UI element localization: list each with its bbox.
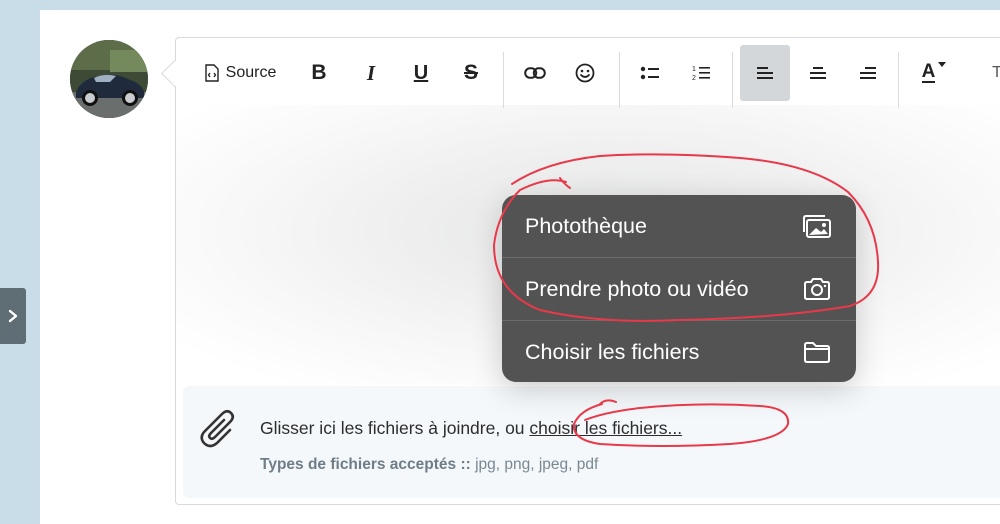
toolbar-divider [732, 52, 733, 108]
numbered-list-button[interactable]: 1 2 [686, 45, 716, 101]
bullet-list-icon [640, 66, 659, 80]
caret-down-icon [938, 62, 947, 67]
source-code-icon [204, 64, 219, 82]
align-right-icon [860, 67, 876, 79]
car-photo [70, 40, 148, 118]
bold-button[interactable]: B [304, 45, 334, 101]
chevron-right-icon [8, 309, 18, 323]
menu-item-label: Choisir les fichiers [525, 339, 700, 364]
link-icon [524, 67, 546, 79]
source-label: Source [225, 64, 277, 81]
align-center-button[interactable] [800, 45, 836, 101]
menu-item-choose-files[interactable]: Choisir les fichiers [502, 321, 856, 382]
link-button[interactable] [520, 45, 550, 101]
attachment-prompt-text: Glisser ici les fichiers à joindre, ou [260, 418, 530, 438]
svg-text:2: 2 [692, 75, 696, 82]
align-right-button[interactable] [850, 45, 886, 101]
toolbar-divider [619, 52, 620, 108]
menu-item-label: Photothèque [525, 213, 647, 238]
accepted-types-label: Types de fichiers acceptés :: [260, 456, 471, 473]
text-color-label: A [921, 61, 936, 83]
bullet-list-button[interactable] [635, 45, 665, 101]
menu-item-take-photo[interactable]: Prendre photo ou vidéo [502, 258, 856, 320]
source-button[interactable]: Source [198, 45, 282, 101]
menu-item-label: Prendre photo ou vidéo [525, 276, 749, 301]
smiley-icon [575, 63, 595, 83]
align-center-icon [810, 67, 826, 79]
folder-icon [804, 342, 830, 363]
photo-library-icon [803, 215, 831, 238]
text-style-button[interactable]: T [982, 45, 1000, 101]
editor-toolbar: Source B I U S 1 2 A T [176, 44, 1000, 108]
svg-text:1: 1 [692, 66, 696, 73]
underline-button[interactable]: U [406, 45, 436, 101]
choose-files-link[interactable]: choisir les fichiers... [529, 418, 682, 438]
sidebar-toggle-button[interactable] [0, 288, 26, 344]
attachment-dropzone[interactable] [183, 386, 1000, 498]
text-color-button[interactable]: A [914, 45, 954, 101]
align-left-icon [757, 67, 773, 79]
file-source-menu: Photothèque Prendre photo ou vidéo Chois… [502, 195, 856, 382]
attachment-prompt: Glisser ici les fichiers à joindre, ou c… [260, 418, 682, 439]
align-left-button[interactable] [740, 45, 790, 101]
paperclip-icon [200, 409, 235, 448]
toolbar-divider [503, 52, 504, 108]
camera-icon [804, 278, 830, 300]
strikethrough-button[interactable]: S [456, 45, 486, 101]
avatar[interactable] [70, 40, 148, 118]
italic-button[interactable]: I [356, 45, 386, 101]
emoji-button[interactable] [570, 45, 600, 101]
accepted-file-types: Types de fichiers acceptés :: jpg, png, … [260, 456, 598, 474]
numbered-list-icon: 1 2 [692, 66, 710, 82]
toolbar-divider [898, 52, 899, 108]
app-root: Source B I U S 1 2 A T Glisser ici les f… [0, 0, 1000, 524]
menu-item-photo-library[interactable]: Photothèque [502, 195, 856, 257]
accepted-types-value: jpg, png, jpeg, pdf [470, 456, 599, 473]
